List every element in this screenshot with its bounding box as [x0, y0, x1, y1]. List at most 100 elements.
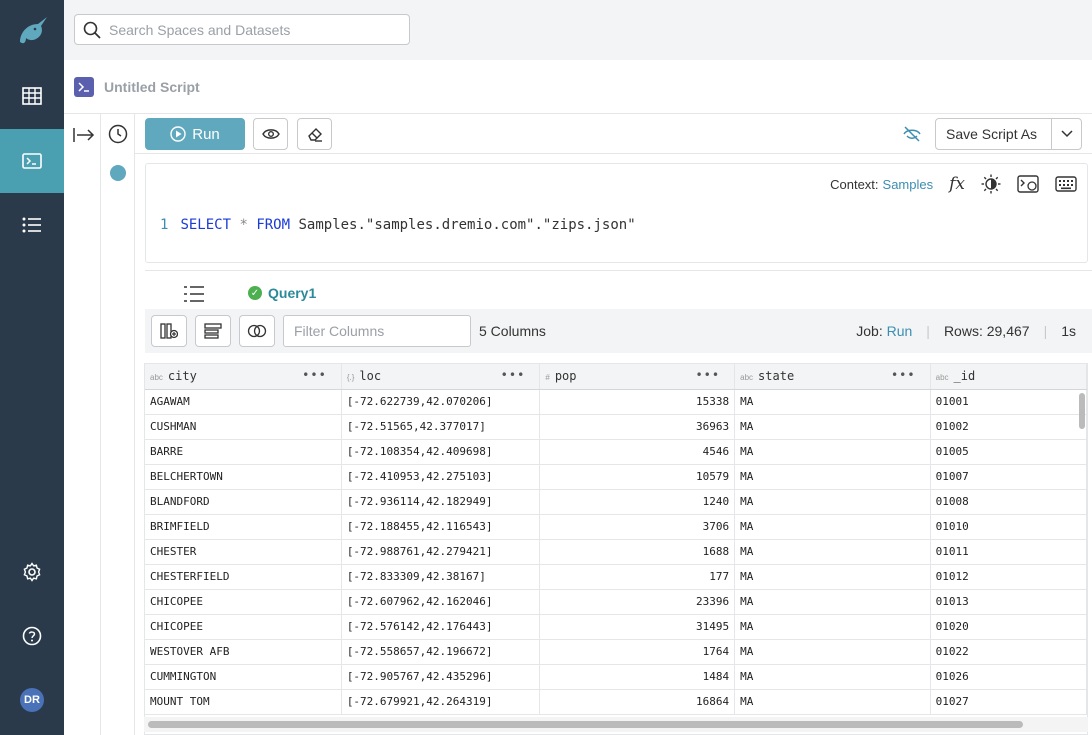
cell-id[interactable]: 01005 [930, 439, 1087, 465]
table-row[interactable]: BRIMFIELD [-72.188455,42.116543] 3706 MA 010… [145, 514, 1087, 540]
run-button[interactable]: Run [145, 118, 245, 150]
table-row[interactable]: WESTOVER AFB [-72.558657,42.196672] 1764 MA… [145, 639, 1087, 665]
cell-loc[interactable]: [-72.576142,42.176443] [341, 614, 541, 640]
cell-pop[interactable]: 1484 [539, 664, 736, 690]
cell-pop[interactable]: 23396 [539, 589, 736, 615]
cell-city[interactable]: BARRE [145, 439, 342, 465]
cell-city[interactable]: CHESTERFIELD [145, 564, 342, 590]
table-row[interactable]: BLANDFORD [-72.936114,42.182949] 1240 MA 010… [145, 489, 1087, 515]
cell-loc[interactable]: [-72.188455,42.116543] [341, 514, 541, 540]
cell-city[interactable]: CUMMINGTON [145, 664, 342, 690]
cell-loc[interactable]: [-72.833309,42.38167] [341, 564, 541, 590]
job-link[interactable]: Run [887, 323, 913, 339]
clear-button[interactable] [297, 118, 332, 150]
cell-city[interactable]: CHICOPEE [145, 614, 342, 640]
cell-city[interactable]: WESTOVER AFB [145, 639, 342, 665]
save-script-button[interactable]: Save Script As [935, 118, 1082, 150]
cell-pop[interactable]: 36963 [539, 414, 736, 440]
avatar[interactable]: DR [20, 688, 44, 712]
cell-state[interactable]: MA [734, 639, 931, 665]
cell-loc[interactable]: [-72.936114,42.182949] [341, 489, 541, 515]
cell-loc[interactable]: [-72.558657,42.196672] [341, 639, 541, 665]
cell-id[interactable]: 01020 [930, 614, 1087, 640]
context-value[interactable]: Samples [883, 177, 934, 192]
cell-state[interactable]: MA [734, 514, 931, 540]
column-menu-icon[interactable]: ••• [302, 368, 327, 382]
column-header-city[interactable]: abc city ••• [145, 364, 342, 390]
cell-id[interactable]: 01012 [930, 564, 1087, 590]
query-status-dot[interactable] [110, 165, 126, 181]
cell-loc[interactable]: [-72.988761,42.279421] [341, 539, 541, 565]
cell-id[interactable]: 01001 [930, 389, 1087, 415]
cell-state[interactable]: MA [734, 564, 931, 590]
cell-state[interactable]: MA [734, 389, 931, 415]
sql-editor[interactable]: Context: Samples fx 1 SELECT * FROM Sampl… [145, 163, 1088, 263]
column-header-id[interactable]: abc _id [930, 364, 1087, 390]
sidebar-item-settings[interactable] [0, 540, 64, 604]
cell-id[interactable]: 01026 [930, 664, 1087, 690]
cell-id[interactable]: 01022 [930, 639, 1087, 665]
hide-icon[interactable] [902, 125, 922, 148]
code-line-1[interactable]: 1 SELECT * FROM Samples."samples.dremio.c… [160, 217, 636, 233]
results-grid[interactable]: abc city ••• {.} loc ••• # pop ••• abc state ••• abc… [144, 363, 1088, 735]
table-row[interactable]: BARRE [-72.108354,42.409698] 4546 MA 01005 [145, 439, 1087, 465]
search-input[interactable] [109, 21, 389, 38]
column-menu-icon[interactable]: ••• [501, 368, 526, 382]
cell-state[interactable]: MA [734, 614, 931, 640]
table-row[interactable]: CUSHMAN [-72.51565,42.377017] 36963 MA 01002 [145, 414, 1087, 440]
add-column-button[interactable] [151, 315, 187, 347]
cell-loc[interactable]: [-72.905767,42.435296] [341, 664, 541, 690]
cell-pop[interactable]: 1688 [539, 539, 736, 565]
sidebar-item-help[interactable] [0, 604, 64, 668]
cell-state[interactable]: MA [734, 664, 931, 690]
horizontal-scroll-thumb[interactable] [148, 721, 1023, 728]
table-row[interactable]: CHESTER [-72.988761,42.279421] 1688 MA 01011 [145, 539, 1087, 565]
vertical-scroll-thumb[interactable] [1079, 393, 1085, 429]
join-button[interactable] [239, 315, 275, 347]
cell-loc[interactable]: [-72.108354,42.409698] [341, 439, 541, 465]
cell-city[interactable]: BLANDFORD [145, 489, 342, 515]
column-header-pop[interactable]: # pop ••• [539, 364, 736, 390]
cell-state[interactable]: MA [734, 689, 931, 715]
cell-city[interactable]: MOUNT TOM [145, 689, 342, 715]
history-icon[interactable] [108, 124, 128, 149]
cell-id[interactable]: 01027 [930, 689, 1087, 715]
table-row[interactable]: CHICOPEE [-72.576142,42.176443] 31495 MA 010… [145, 614, 1087, 640]
cell-city[interactable]: AGAWAM [145, 389, 342, 415]
table-row[interactable]: MOUNT TOM [-72.679921,42.264319] 16864 MA 01… [145, 689, 1087, 715]
cell-loc[interactable]: [-72.410953,42.275103] [341, 464, 541, 490]
cell-city[interactable]: CHESTER [145, 539, 342, 565]
cell-state[interactable]: MA [734, 489, 931, 515]
cell-loc[interactable]: [-72.622739,42.070206] [341, 389, 541, 415]
script-title[interactable]: Untitled Script [104, 79, 200, 95]
table-row[interactable]: CHICOPEE [-72.607962,42.162046] 23396 MA 010… [145, 589, 1087, 615]
expand-panel-icon[interactable] [73, 126, 95, 149]
dremio-logo[interactable] [0, 0, 64, 64]
filter-columns-box[interactable] [283, 315, 471, 347]
cell-state[interactable]: MA [734, 414, 931, 440]
cell-pop[interactable]: 16864 [539, 689, 736, 715]
group-by-button[interactable] [195, 315, 231, 347]
cell-state[interactable]: MA [734, 539, 931, 565]
column-header-loc[interactable]: {.} loc ••• [341, 364, 541, 390]
cell-city[interactable]: CUSHMAN [145, 414, 342, 440]
cell-pop[interactable]: 177 [539, 564, 736, 590]
cell-id[interactable]: 01013 [930, 589, 1087, 615]
cell-state[interactable]: MA [734, 589, 931, 615]
cell-loc[interactable]: [-72.679921,42.264319] [341, 689, 541, 715]
column-menu-icon[interactable]: ••• [695, 368, 720, 382]
cell-id[interactable]: 01010 [930, 514, 1087, 540]
search-box[interactable] [74, 14, 410, 45]
function-icon[interactable]: fx [949, 174, 965, 194]
cell-pop[interactable]: 3706 [539, 514, 736, 540]
cell-city[interactable]: BRIMFIELD [145, 514, 342, 540]
cell-state[interactable]: MA [734, 439, 931, 465]
cell-pop[interactable]: 4546 [539, 439, 736, 465]
table-row[interactable]: CUMMINGTON [-72.905767,42.435296] 1484 MA 01… [145, 664, 1087, 690]
cell-id[interactable]: 01008 [930, 489, 1087, 515]
cell-pop[interactable]: 1240 [539, 489, 736, 515]
cell-city[interactable]: CHICOPEE [145, 589, 342, 615]
table-row[interactable]: CHESTERFIELD [-72.833309,42.38167] 177 MA 01… [145, 564, 1087, 590]
table-row[interactable]: BELCHERTOWN [-72.410953,42.275103] 10579 MA… [145, 464, 1087, 490]
tab-query1[interactable]: ✓ Query1 [238, 281, 325, 311]
